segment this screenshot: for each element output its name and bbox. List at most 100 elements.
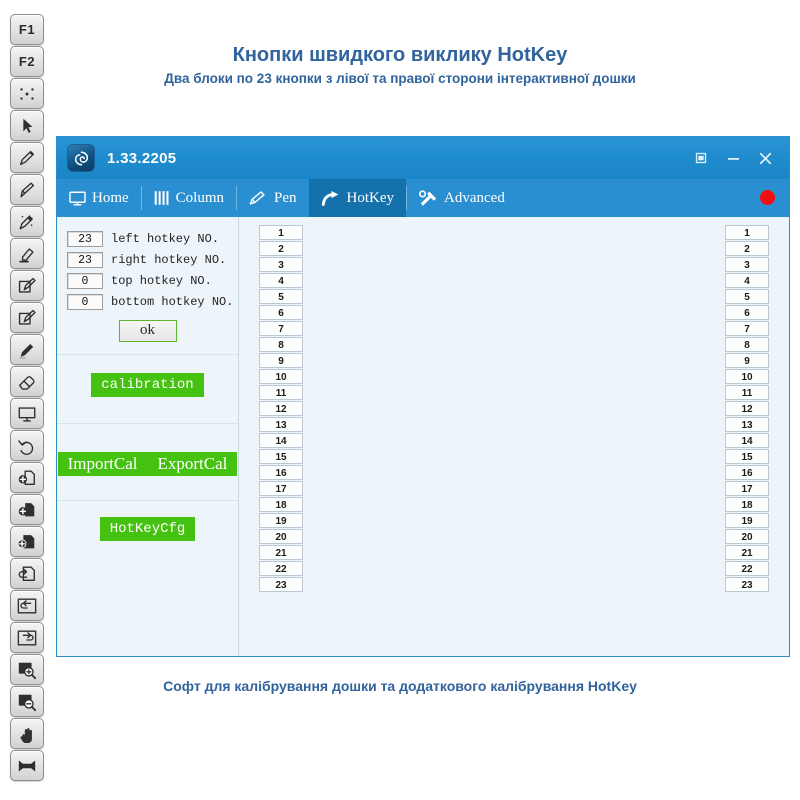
hotkey-slot[interactable]: 2 bbox=[259, 241, 303, 256]
hotkey-slot[interactable]: 15 bbox=[259, 449, 303, 464]
page-plus-solid-icon[interactable] bbox=[10, 526, 44, 557]
ok-row: ok bbox=[57, 320, 238, 342]
f1-key[interactable]: F1 bbox=[10, 14, 44, 45]
hotkey-slot[interactable]: 1 bbox=[725, 225, 769, 240]
edit-box-pen-icon[interactable] bbox=[10, 302, 44, 333]
hotkey-slot[interactable]: 9 bbox=[725, 353, 769, 368]
tool-label: F1 bbox=[18, 22, 36, 37]
page-back-icon[interactable] bbox=[10, 558, 44, 589]
window-title: 1.33.2205 bbox=[107, 149, 177, 167]
minimize-icon[interactable] bbox=[725, 150, 741, 166]
eraser-icon[interactable] bbox=[10, 366, 44, 397]
settings-panel: 23 left hotkey NO. 23 right hotkey NO. 0 top … bbox=[57, 217, 239, 656]
magic-pen-icon[interactable] bbox=[10, 206, 44, 237]
hotkey-slot[interactable]: 7 bbox=[259, 321, 303, 336]
hotkey-slot[interactable]: 2 bbox=[725, 241, 769, 256]
hotkey-slot[interactable]: 6 bbox=[725, 305, 769, 320]
cursor-arrow-icon[interactable] bbox=[10, 110, 44, 141]
exportcal-button[interactable]: ExportCal bbox=[147, 452, 238, 476]
tab-column[interactable]: Column bbox=[140, 179, 236, 217]
hotkey-slot[interactable]: 20 bbox=[725, 529, 769, 544]
hotkey-slot[interactable]: 10 bbox=[725, 369, 769, 384]
close-icon[interactable] bbox=[757, 150, 773, 166]
hotkey-slot[interactable]: 22 bbox=[259, 561, 303, 576]
cal-io-button-group: ImportCal ExportCal bbox=[57, 424, 238, 488]
hotkey-slot[interactable]: 8 bbox=[725, 337, 769, 352]
tab-home[interactable]: Home bbox=[57, 179, 141, 217]
hotkey-slot[interactable]: 22 bbox=[725, 561, 769, 576]
hotkey-slot[interactable]: 13 bbox=[259, 417, 303, 432]
hotkey-count-input[interactable]: 23 bbox=[67, 231, 103, 247]
field-row: 23 left hotkey NO. bbox=[67, 231, 238, 247]
hotkey-slot[interactable]: 10 bbox=[259, 369, 303, 384]
ok-button[interactable]: ok bbox=[118, 320, 177, 342]
hotkey-slot[interactable]: 12 bbox=[259, 401, 303, 416]
hotkey-slot[interactable]: 14 bbox=[725, 433, 769, 448]
calibration-button[interactable]: calibration bbox=[91, 373, 204, 397]
hotkey-slot[interactable]: 3 bbox=[259, 257, 303, 272]
highlighter-icon[interactable] bbox=[10, 238, 44, 269]
columns-icon bbox=[153, 190, 170, 206]
hotkey-slot[interactable]: 17 bbox=[259, 481, 303, 496]
fullscreen-icon[interactable] bbox=[10, 750, 44, 781]
tab-bar: Home Column Pen HotKey Advanced bbox=[57, 179, 789, 217]
hotkey-slot[interactable]: 21 bbox=[259, 545, 303, 560]
hotkey-count-input[interactable]: 23 bbox=[67, 252, 103, 268]
hotkey-slot[interactable]: 6 bbox=[259, 305, 303, 320]
undo-arrow-icon[interactable] bbox=[10, 430, 44, 461]
page-plus-half-icon[interactable] bbox=[10, 494, 44, 525]
importcal-button[interactable]: ImportCal bbox=[57, 452, 148, 476]
hotkey-slot[interactable]: 14 bbox=[259, 433, 303, 448]
tab-hotkey[interactable]: HotKey bbox=[308, 179, 407, 217]
hotkey-slot[interactable]: 4 bbox=[259, 273, 303, 288]
hotkey-slot[interactable]: 20 bbox=[259, 529, 303, 544]
marker-icon[interactable] bbox=[10, 334, 44, 365]
hotkey-slot[interactable]: 23 bbox=[259, 577, 303, 592]
hand-icon[interactable] bbox=[10, 718, 44, 749]
field-label: left hotkey NO. bbox=[111, 232, 220, 246]
hotkey-slot[interactable]: 3 bbox=[725, 257, 769, 272]
hotkey-slot[interactable]: 4 bbox=[725, 273, 769, 288]
record-dot[interactable] bbox=[760, 190, 775, 205]
field-label: bottom hotkey NO. bbox=[111, 295, 234, 309]
page-plus-outline-icon[interactable] bbox=[10, 462, 44, 493]
hotkey-slot[interactable]: 19 bbox=[725, 513, 769, 528]
hotkey-slot[interactable]: 18 bbox=[725, 497, 769, 512]
arrow-right-icon[interactable] bbox=[10, 622, 44, 653]
hotkey-slot[interactable]: 12 bbox=[725, 401, 769, 416]
hotkey-count-input[interactable]: 0 bbox=[67, 294, 103, 310]
calibration-button-group: calibration bbox=[57, 355, 238, 411]
tab-pen[interactable]: Pen bbox=[236, 179, 309, 217]
hotkey-grid-area: 1 2 3 4 5 6 7 8 9 10 11 12 13 14 15 16 17 18 19 20 21 22 23 12… bbox=[239, 217, 789, 656]
hotkey-slot[interactable]: 23 bbox=[725, 577, 769, 592]
hotkey-slot[interactable]: 21 bbox=[725, 545, 769, 560]
hotkey-slot[interactable]: 15 bbox=[725, 449, 769, 464]
tab-advanced[interactable]: Advanced bbox=[406, 179, 517, 217]
right-hotkey-column: 1 2 3 4 5 6 7 8 9 10 11 12 13 14 15 16 17 18 19 20 21 22 23 bbox=[725, 225, 769, 592]
hotkey-slot[interactable]: 7 bbox=[725, 321, 769, 336]
hotkey-count-input[interactable]: 0 bbox=[67, 273, 103, 289]
pen-icon[interactable] bbox=[10, 142, 44, 173]
whiteboard-icon[interactable] bbox=[10, 398, 44, 429]
hotkey-slot[interactable]: 18 bbox=[259, 497, 303, 512]
hotkey-slot[interactable]: 1 bbox=[259, 225, 303, 240]
pen-thin-icon[interactable] bbox=[10, 174, 44, 205]
arrow-left-icon[interactable] bbox=[10, 590, 44, 621]
hotkey-slot[interactable]: 5 bbox=[259, 289, 303, 304]
hotkey-slot[interactable]: 11 bbox=[725, 385, 769, 400]
hotkey-slot[interactable]: 5 bbox=[725, 289, 769, 304]
field-row: 0 bottom hotkey NO. bbox=[67, 294, 238, 310]
hotkey-slot[interactable]: 13 bbox=[725, 417, 769, 432]
hotkey-slot[interactable]: 19 bbox=[259, 513, 303, 528]
edit-box-pen-icon[interactable] bbox=[10, 270, 44, 301]
hotkey-slot[interactable]: 17 bbox=[725, 481, 769, 496]
hotkey-slot[interactable]: 11 bbox=[259, 385, 303, 400]
hotkey-slot[interactable]: 16 bbox=[725, 465, 769, 480]
restore-icon[interactable] bbox=[693, 150, 709, 166]
window-body: 23 left hotkey NO. 23 right hotkey NO. 0 top … bbox=[57, 217, 789, 656]
hotkey-slot[interactable]: 16 bbox=[259, 465, 303, 480]
hotkey-slot[interactable]: 8 bbox=[259, 337, 303, 352]
hotkey-slot[interactable]: 9 bbox=[259, 353, 303, 368]
hotkeycfg-button[interactable]: HotKeyCfg bbox=[99, 517, 196, 541]
tab-label: Column bbox=[175, 189, 225, 206]
